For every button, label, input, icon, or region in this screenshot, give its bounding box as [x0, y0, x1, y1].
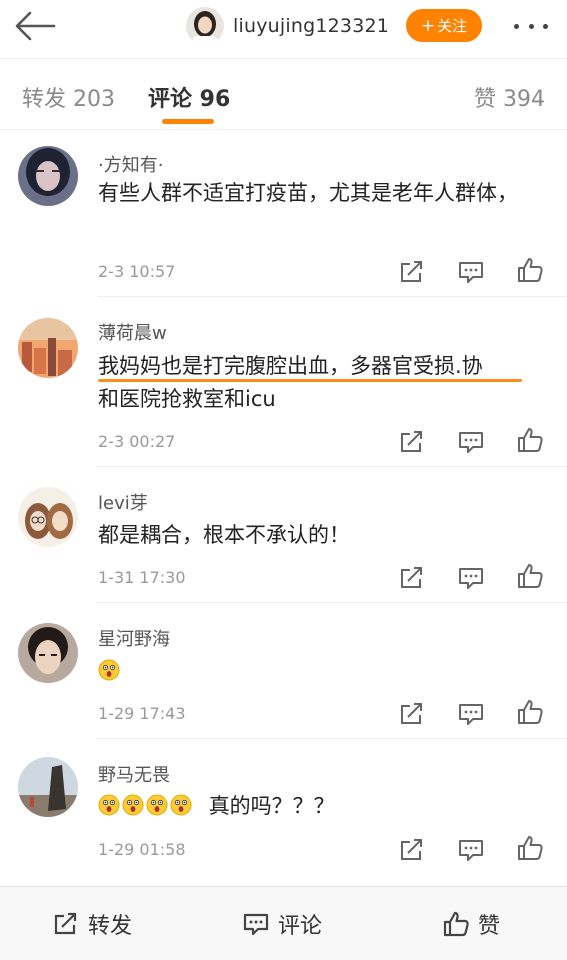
astonished-face-emoji: [98, 794, 120, 816]
comment-time: 2-3 00:27: [98, 432, 176, 451]
repost-button[interactable]: 转发: [52, 887, 132, 960]
plus-icon: +: [420, 15, 436, 36]
post-author[interactable]: liuyujing123321: [186, 6, 389, 46]
astonished-face-emoji: [122, 794, 144, 816]
astonished-face-emoji: [170, 794, 192, 816]
commenter-name[interactable]: ·方知有·: [98, 151, 163, 177]
commenter-avatar[interactable]: [18, 487, 78, 547]
back-arrow-icon[interactable]: [14, 8, 56, 44]
comment-icon[interactable]: [457, 836, 485, 864]
thumbs-up-icon[interactable]: [516, 698, 544, 726]
comment-text: 都是耦合，根本不承认的！: [98, 523, 350, 547]
tab-reposts[interactable]: 转发 203: [22, 81, 115, 113]
bottom-action-bar: 转发 评论 赞: [0, 886, 567, 960]
comment-text-content: 真的吗？？？: [208, 794, 335, 818]
tab-likes[interactable]: 赞 394: [474, 81, 545, 113]
comment-button[interactable]: 评论: [242, 887, 322, 960]
comment-text: 我妈妈也是打完腹腔出血，多器官受损.协 和医院抢救室和icu: [98, 350, 538, 416]
astonished-face-emoji: [146, 794, 168, 816]
like-label: 赞: [478, 914, 501, 939]
tab-bar: 转发 203 评论 96 赞 394: [0, 58, 567, 130]
comment-icon[interactable]: [457, 564, 485, 592]
active-tab-indicator: [162, 119, 214, 124]
comment-icon: [243, 913, 269, 936]
thumbs-up-icon[interactable]: [516, 834, 544, 862]
comment-time: 2-3 10:57: [98, 262, 176, 281]
more-options-icon[interactable]: [510, 12, 552, 40]
share-icon[interactable]: [398, 428, 426, 456]
commenter-avatar[interactable]: [18, 146, 78, 206]
comment-text: 有些人群不适宜打疫苗，尤其是老年人群体，: [98, 181, 518, 205]
tab-comments[interactable]: 评论 96: [148, 81, 230, 113]
comment-text: [98, 655, 538, 688]
comment-item: ·方知有· 有些人群不适宜打疫苗，尤其是老年人群体， 2-3 10:57: [0, 131, 567, 297]
follow-label: 关注: [437, 17, 468, 35]
top-bar: liuyujing123321 + 关注: [0, 0, 567, 56]
share-icon: [54, 912, 77, 935]
comment-icon[interactable]: [457, 258, 485, 286]
commenter-name[interactable]: 星河野海: [98, 625, 170, 651]
commenter-avatar[interactable]: [18, 318, 78, 378]
commenter-avatar[interactable]: [18, 623, 78, 683]
like-button[interactable]: 赞: [442, 887, 500, 960]
commenter-name[interactable]: levi芽: [98, 489, 148, 515]
comment-item: 野马无畏 真的吗？？？ 1-29 01:58: [0, 739, 567, 875]
comment-icon[interactable]: [457, 428, 485, 456]
comment-label: 评论: [278, 914, 323, 939]
repost-label: 转发: [88, 914, 133, 939]
comment-item: 薄荷晨w 我妈妈也是打完腹腔出血，多器官受损.协 和医院抢救室和icu 2-3 …: [0, 297, 567, 467]
commenter-avatar[interactable]: [18, 757, 78, 817]
astonished-face-emoji: [98, 659, 120, 681]
author-avatar[interactable]: [186, 7, 224, 45]
thumbs-up-icon[interactable]: [516, 256, 544, 284]
follow-button[interactable]: + 关注: [406, 9, 482, 42]
highlight-underline: [98, 379, 522, 382]
share-icon[interactable]: [398, 258, 426, 286]
comment-item: levi芽 都是耦合，根本不承认的！ 1-31 17:30: [0, 467, 567, 603]
share-icon[interactable]: [398, 836, 426, 864]
author-username[interactable]: liuyujing123321: [233, 15, 389, 37]
commenter-name[interactable]: 野马无畏: [98, 761, 170, 787]
comment-text: 真的吗？？？: [98, 790, 538, 823]
comment-text-line: 和医院抢救室和icu: [98, 387, 276, 411]
thumbs-up-icon[interactable]: [516, 562, 544, 590]
thumbs-up-icon[interactable]: [516, 426, 544, 454]
share-icon[interactable]: [398, 700, 426, 728]
comment-time: 1-29 01:58: [98, 840, 186, 859]
comment-item: 星河野海 1-29 17:43: [0, 603, 567, 739]
commenter-name[interactable]: 薄荷晨w: [98, 319, 167, 345]
share-icon[interactable]: [398, 564, 426, 592]
comment-time: 1-29 17:43: [98, 704, 186, 723]
comment-time: 1-31 17:30: [98, 568, 186, 587]
comment-icon[interactable]: [457, 700, 485, 728]
thumbs-up-icon: [443, 911, 469, 937]
